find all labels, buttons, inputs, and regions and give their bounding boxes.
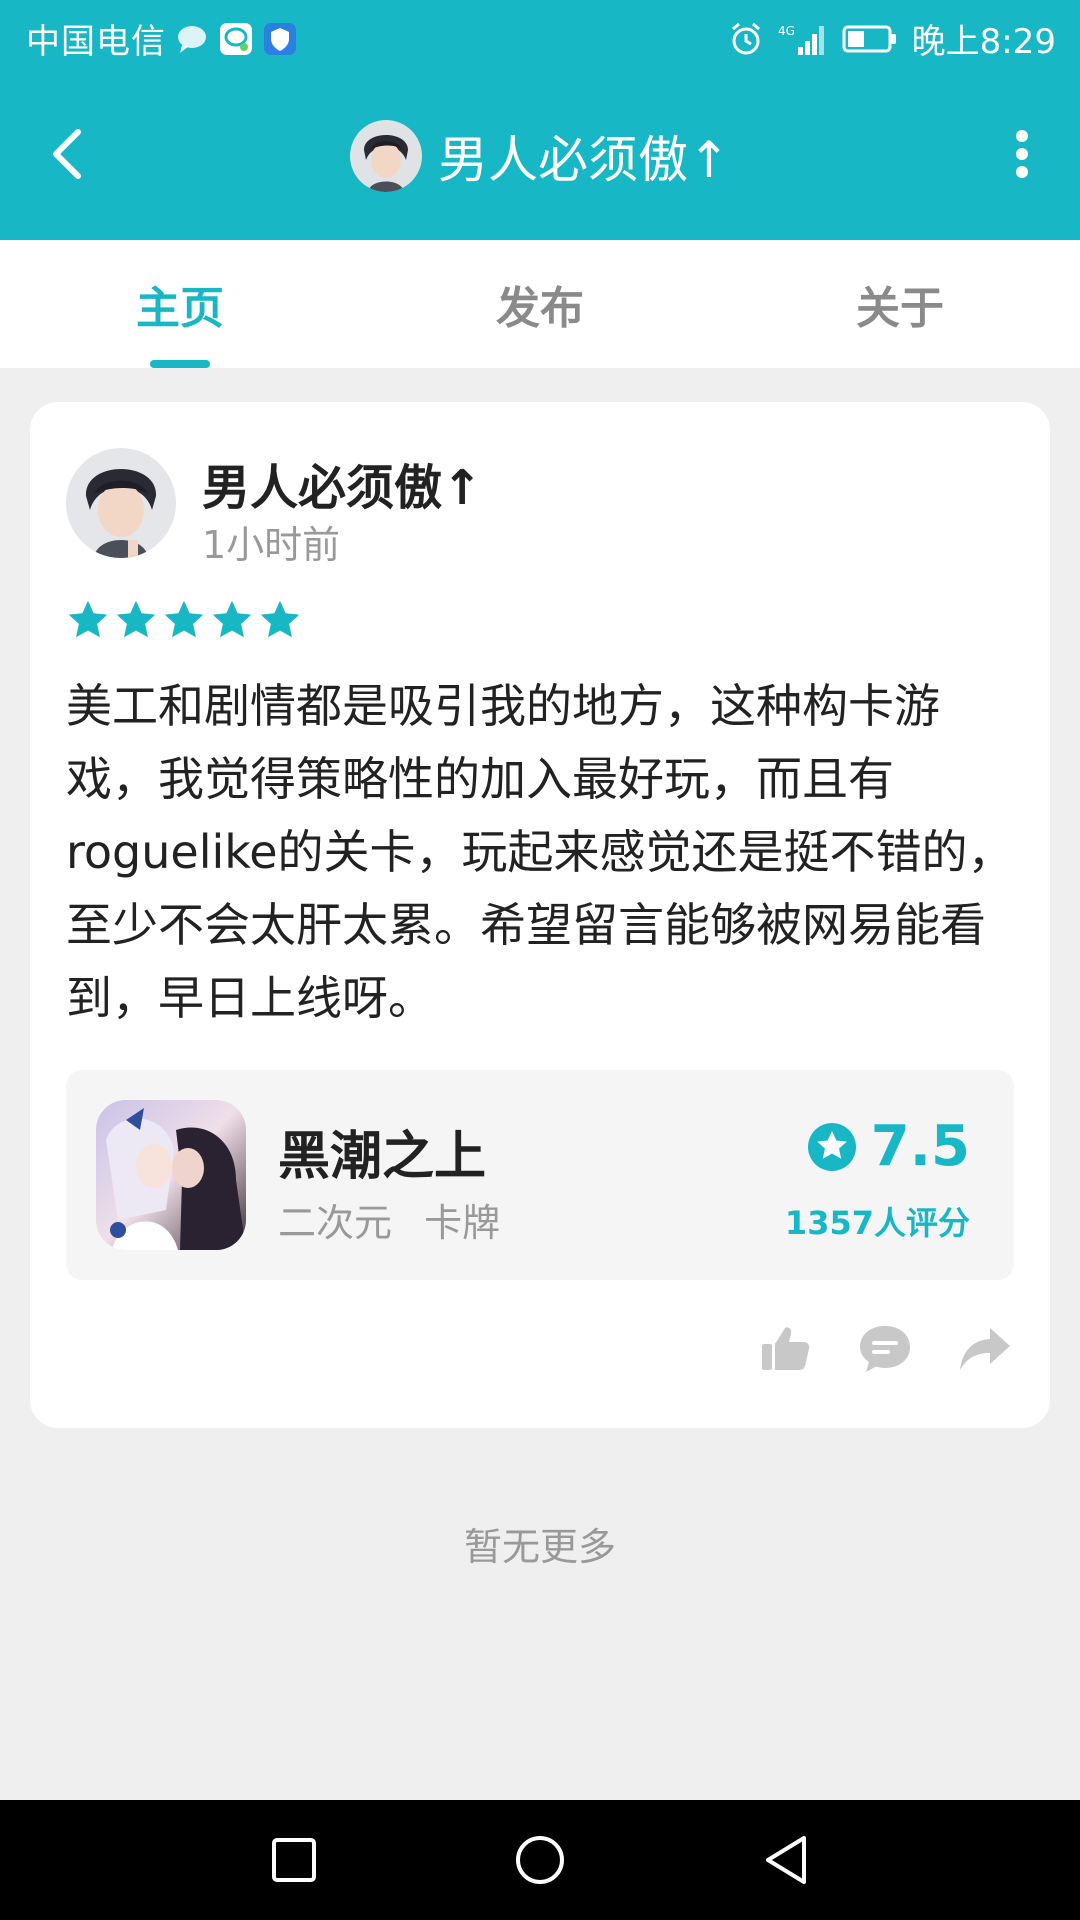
game-icon[interactable] xyxy=(96,1100,246,1250)
page-title: 男人必须傲↑ xyxy=(438,131,730,189)
review-text[interactable]: 美工和剧情都是吸引我的地方，这种构卡游戏，我觉得策略性的加入最好玩，而且有rog… xyxy=(66,670,1026,1035)
star-icon xyxy=(260,600,300,638)
game-card[interactable]: 黑潮之上 二次元 卡牌 7.5 1357人评分 xyxy=(66,1070,1014,1280)
review-card[interactable]: 男人必须傲↑ 1小时前 美工和剧情都是吸引我的地方，这种构卡游戏，我觉得策略性的… xyxy=(30,402,1050,1428)
battery-icon xyxy=(842,25,896,52)
message-app-icon xyxy=(220,22,252,55)
rating-score: 7.5 xyxy=(870,1114,970,1179)
app-bar: 男人必须傲↑ xyxy=(0,74,1080,240)
system-nav-bar xyxy=(0,1800,1080,1920)
tab-about-label: 关于 xyxy=(856,283,944,334)
tab-bar: 主页 发布 关于 xyxy=(0,240,1080,368)
rating-stars xyxy=(66,598,302,642)
tab-home[interactable]: 主页 xyxy=(0,240,360,368)
title-wrap: 男人必须傲↑ xyxy=(0,118,1080,194)
home-icon[interactable] xyxy=(512,1832,568,1888)
author-avatar[interactable] xyxy=(66,448,176,558)
more-vertical-icon[interactable] xyxy=(1000,124,1044,184)
chat-bubble-icon xyxy=(178,25,206,53)
back-icon[interactable] xyxy=(758,1832,814,1888)
network-label: 4G xyxy=(778,24,795,38)
tab-publish-label: 发布 xyxy=(496,283,584,334)
star-icon xyxy=(116,600,156,638)
rating-count: 1357人评分 xyxy=(784,1204,970,1242)
share-icon[interactable] xyxy=(958,1322,1012,1376)
status-bar: 中国电信 4G 晚上8:29 xyxy=(0,0,1080,74)
recent-apps-icon[interactable] xyxy=(266,1832,322,1888)
no-more-text: 暂无更多 xyxy=(463,1525,616,1569)
shield-icon xyxy=(264,22,296,55)
action-bar xyxy=(758,1322,1012,1376)
star-icon xyxy=(164,600,204,638)
comment-icon[interactable] xyxy=(858,1322,912,1376)
title-avatar[interactable] xyxy=(350,120,423,192)
signal-icon: 4G xyxy=(778,24,824,55)
game-rating: 7.5 xyxy=(807,1114,970,1179)
thumbs-up-icon[interactable] xyxy=(758,1322,812,1376)
author-name[interactable]: 男人必须傲↑ xyxy=(202,448,482,518)
post-time: 1小时前 xyxy=(202,523,341,567)
star-icon xyxy=(68,600,108,638)
status-time: 晚上8:29 xyxy=(911,22,1056,62)
tab-about[interactable]: 关于 xyxy=(720,240,1080,368)
game-tags: 二次元 卡牌 xyxy=(278,1201,501,1245)
tab-home-label: 主页 xyxy=(136,283,224,334)
tab-publish[interactable]: 发布 xyxy=(360,240,720,368)
status-left: 中国电信 xyxy=(26,14,298,63)
star-icon xyxy=(212,600,252,638)
alarm-icon xyxy=(731,22,760,54)
status-right: 4G 晚上8:29 xyxy=(728,14,1056,63)
rating-star-icon xyxy=(807,1122,856,1171)
game-name[interactable]: 黑潮之上 xyxy=(278,1114,486,1189)
active-tab-indicator xyxy=(150,360,210,368)
carrier-name: 中国电信 xyxy=(26,22,166,62)
